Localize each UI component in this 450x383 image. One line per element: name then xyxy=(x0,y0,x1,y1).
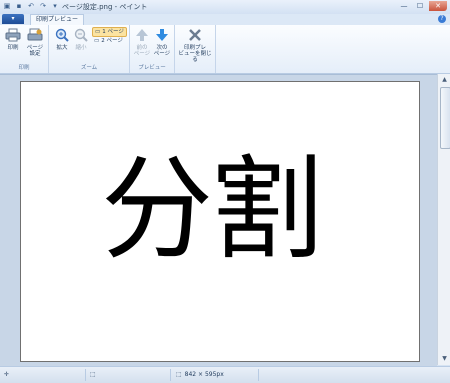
two-page-button[interactable]: ▭ 2 ページ xyxy=(94,37,123,45)
arrow-up-icon xyxy=(136,29,148,41)
zoom-group-label: ズーム xyxy=(80,65,98,71)
ribbon: 印刷 ページ 設定 印刷 拡大 縮小 ▭ 1 ページ ▭ 2 ページ ズーム 前… xyxy=(0,25,450,74)
title-bar: ▣ ▪ ↶ ↷ ▾ ページ設定.png - ペイント — ☐ ✕ xyxy=(0,0,450,15)
image-size-value: 842 × 595px xyxy=(184,371,224,378)
tab-print-preview[interactable]: 印刷プレビュー xyxy=(30,14,85,25)
qat-dropdown-icon[interactable]: ▾ xyxy=(51,2,59,10)
paint-menu-button[interactable]: ▾ xyxy=(2,14,24,24)
help-icon[interactable]: ? xyxy=(438,15,446,23)
scroll-down-icon[interactable]: ▼ xyxy=(439,354,450,364)
window-controls: — ☐ ✕ xyxy=(397,1,447,11)
next-page-button[interactable]: 次の ページ xyxy=(152,28,172,57)
preview-group: 前の ページ 次の ページ プレビュー xyxy=(130,25,175,73)
close-preview-icon xyxy=(189,29,201,41)
preview-group-label: プレビュー xyxy=(138,65,166,71)
one-page-button[interactable]: ▭ 1 ページ xyxy=(92,27,127,37)
two-page-icon: ▭ xyxy=(94,38,100,44)
print-group: 印刷 ページ 設定 印刷 xyxy=(0,25,49,73)
printer-icon xyxy=(5,28,21,42)
document-text: 分割 xyxy=(101,145,323,275)
zoom-in-icon xyxy=(55,28,69,42)
preview-workspace: 分割 xyxy=(0,74,437,366)
window-title: ページ設定.png - ペイント xyxy=(62,3,148,11)
zoom-out-button[interactable]: 縮小 xyxy=(72,28,90,51)
print-group-label: 印刷 xyxy=(18,65,30,71)
save-icon[interactable]: ▪ xyxy=(15,2,23,10)
undo-icon[interactable]: ↶ xyxy=(27,2,35,10)
maximize-button[interactable]: ☐ xyxy=(413,1,427,11)
vertical-scrollbar[interactable]: ▲ ▼ xyxy=(437,74,450,365)
image-size-icon: ⬚ xyxy=(176,371,182,378)
cursor-position-icon: ✛ xyxy=(4,371,10,378)
status-divider xyxy=(85,369,86,381)
status-divider xyxy=(258,369,259,381)
quick-access-toolbar: ▣ ▪ ↶ ↷ ▾ xyxy=(3,2,59,10)
arrow-down-icon xyxy=(156,29,168,41)
status-bar: ✛ ⬚ ⬚ 842 × 595px xyxy=(0,366,450,383)
preview-page: 分割 xyxy=(20,81,420,362)
minimize-button[interactable]: — xyxy=(397,1,411,11)
print-button[interactable]: 印刷 xyxy=(4,28,22,51)
zoom-out-icon xyxy=(74,28,88,42)
zoom-group: 拡大 縮小 ▭ 1 ページ ▭ 2 ページ ズーム xyxy=(49,25,130,73)
page-setup-icon xyxy=(27,28,43,41)
zoom-in-button[interactable]: 拡大 xyxy=(53,28,71,51)
selection-size-icon: ⬚ xyxy=(90,371,96,378)
page-setup-button[interactable]: ページ 設定 xyxy=(24,28,46,57)
close-print-preview-button[interactable]: 印刷プレ ビューを閉じる xyxy=(176,28,214,63)
one-page-icon: ▭ xyxy=(95,29,101,35)
ribbon-tab-row: ▾ 印刷プレビュー ? xyxy=(0,14,450,25)
paint-menu-icon: ▾ xyxy=(11,15,15,22)
paint-app-icon[interactable]: ▣ xyxy=(3,2,11,10)
scroll-thumb[interactable] xyxy=(440,87,450,149)
scroll-up-icon[interactable]: ▲ xyxy=(439,75,450,85)
redo-icon[interactable]: ↷ xyxy=(39,2,47,10)
status-divider xyxy=(170,369,171,381)
close-preview-group: 印刷プレ ビューを閉じる xyxy=(175,25,216,73)
image-size-cell: ⬚ 842 × 595px xyxy=(176,370,224,380)
close-window-button[interactable]: ✕ xyxy=(429,1,447,11)
previous-page-button[interactable]: 前の ページ xyxy=(132,28,152,57)
